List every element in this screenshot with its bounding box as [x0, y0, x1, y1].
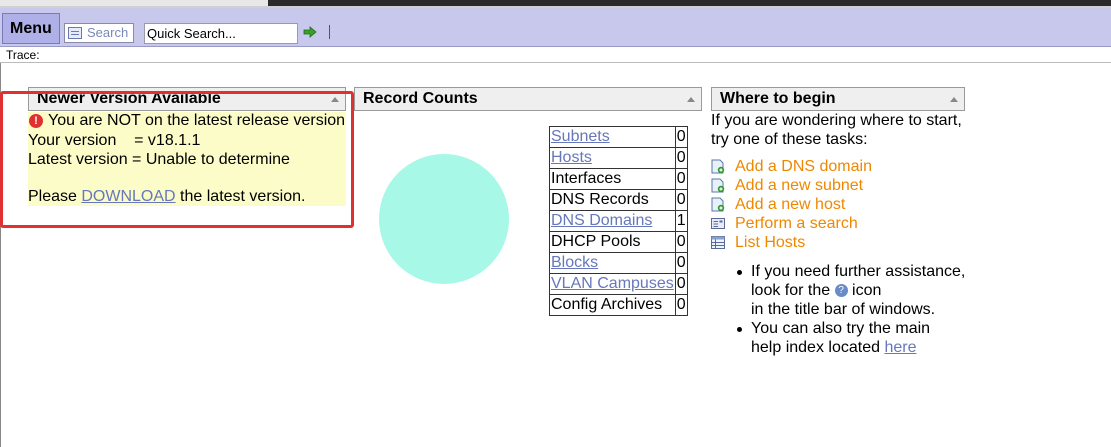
window-top-strip	[0, 0, 1111, 8]
record-count-value: 0	[674, 168, 688, 190]
task-label: Add a new host	[735, 196, 846, 213]
record-type-label: DHCP Pools	[551, 233, 641, 250]
table-row: DNS Records 0	[549, 189, 688, 211]
help-text-1: If you need further assistance,	[751, 263, 966, 280]
record-type-label: Interfaces	[551, 170, 622, 187]
record-type-label: Config Archives	[551, 296, 663, 313]
table-row: Hosts 0	[549, 147, 688, 169]
table-row: DHCP Pools 0	[549, 231, 688, 253]
list-table-icon	[711, 235, 725, 250]
help-icon: ?	[834, 284, 848, 298]
where-to-begin-title: Where to begin	[720, 90, 836, 107]
record-counts-panel-header: Record Counts	[354, 87, 702, 111]
table-row: VLAN Campuses 0	[549, 273, 688, 295]
table-row: Subnets 0	[549, 126, 688, 148]
table-row: Config Archives 0	[549, 294, 688, 316]
record-count-value: 0	[674, 273, 688, 295]
task-label: Add a DNS domain	[735, 158, 872, 175]
table-row: Interfaces 0	[549, 168, 688, 190]
add-doc-icon	[711, 197, 725, 212]
table-row: Blocks 0	[549, 252, 688, 274]
record-type-link[interactable]: Blocks	[551, 254, 598, 271]
record-count-value: 0	[674, 294, 688, 316]
record-type-link[interactable]: Hosts	[551, 149, 592, 166]
toolbar-separator	[329, 25, 330, 39]
help-text-5: help index located here	[751, 339, 917, 356]
bullet-dot	[737, 270, 742, 275]
help-text-3: in the title bar of windows.	[751, 301, 936, 318]
table-row: DNS Domains 1	[549, 210, 688, 232]
highlight-box	[0, 91, 354, 228]
bullet-dot	[737, 327, 742, 332]
record-type-label: DNS Records	[551, 191, 649, 208]
record-count-value: 1	[674, 210, 688, 232]
record-counts-pie	[379, 154, 509, 284]
search-form-icon	[711, 216, 725, 231]
help-index-link[interactable]: here	[884, 339, 916, 356]
record-count-value: 0	[674, 252, 688, 274]
intro-text-2: try one of these tasks:	[711, 131, 868, 148]
go-arrow-icon[interactable]	[303, 25, 317, 39]
record-count-value: 0	[674, 231, 688, 253]
record-counts-table: Subnets 0 Hosts 0 Interfaces 0 DNS Records 0 DNS…	[549, 126, 688, 316]
record-count-value: 0	[674, 126, 688, 148]
menu-button[interactable]: Menu	[2, 13, 60, 44]
collapse-icon[interactable]	[950, 97, 958, 102]
trace-bar: Trace:	[0, 47, 1111, 63]
where-to-begin-panel-header: Where to begin	[711, 87, 965, 111]
help-text-4: You can also try the main	[751, 320, 931, 337]
task-label: Add a new subnet	[735, 177, 864, 194]
add-doc-icon	[711, 159, 725, 174]
search-form-icon	[68, 27, 82, 39]
record-type-link[interactable]: VLAN Campuses	[551, 275, 674, 292]
search-button[interactable]: Search	[64, 23, 134, 43]
collapse-icon[interactable]	[687, 97, 695, 102]
record-type-link[interactable]: Subnets	[551, 128, 610, 145]
record-count-value: 0	[674, 147, 688, 169]
record-type-link[interactable]: DNS Domains	[551, 212, 652, 229]
help-text-2: look for the ? icon	[751, 282, 882, 299]
record-counts-title: Record Counts	[363, 90, 478, 107]
record-count-value: 0	[674, 189, 688, 211]
quick-search-input[interactable]	[144, 23, 298, 44]
search-button-label: Search	[87, 25, 129, 40]
intro-text-1: If you are wondering where to start,	[711, 112, 962, 129]
add-doc-icon	[711, 178, 725, 193]
task-label: Perform a search	[735, 215, 858, 232]
task-label: List Hosts	[735, 234, 806, 251]
